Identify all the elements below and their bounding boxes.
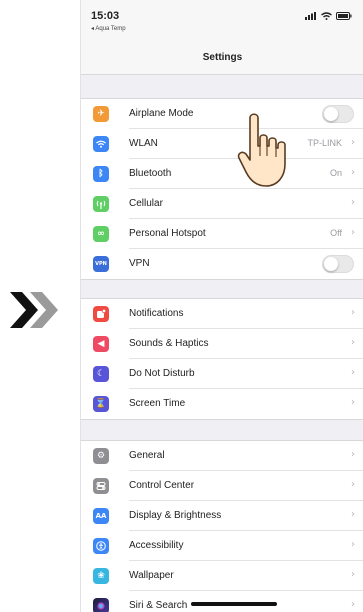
chevron-right-icon: › (351, 197, 355, 208)
row-label: WLAN (129, 138, 158, 149)
settings-row-wallpaper[interactable]: ❀ Wallpaper › (81, 561, 363, 591)
wifi-icon (93, 136, 109, 152)
wallpaper-icon: ❀ (93, 568, 109, 584)
row-label: Airplane Mode (129, 108, 194, 119)
bluetooth-icon: ᛒ (93, 166, 109, 182)
row-label: General (129, 450, 165, 461)
wifi-status-icon (321, 12, 332, 20)
settings-row-general[interactable]: ⚙ General › (81, 441, 363, 471)
row-label: Notifications (129, 308, 184, 319)
row-label: Do Not Disturb (129, 368, 195, 379)
chevron-right-icon: › (351, 599, 355, 610)
sounds-icon: ◀ (93, 336, 109, 352)
signal-icon (305, 12, 316, 20)
phone-screen: 15:03 ◂ Aqua Temp Settings ✈ Airplane Mo… (80, 0, 363, 612)
back-app-label: Aqua Temp (95, 26, 126, 32)
row-label: Siri & Search (129, 600, 188, 611)
accessibility-icon (93, 538, 109, 554)
settings-row-bluetooth[interactable]: ᛒ Bluetooth On › (81, 159, 363, 189)
battery-icon (336, 12, 352, 20)
double-arrow-icon (10, 292, 58, 328)
chevron-right-icon: › (351, 227, 355, 238)
vpn-icon: VPN (93, 256, 109, 272)
row-label: Control Center (129, 480, 195, 491)
settings-row-display-brightness[interactable]: AA Display & Brightness › (81, 501, 363, 531)
back-triangle-icon: ◂ (91, 26, 95, 32)
navigation-bar: Settings (81, 40, 363, 75)
settings-row-airplane-mode[interactable]: ✈ Airplane Mode (81, 99, 363, 129)
airplane-mode-toggle[interactable] (322, 105, 354, 123)
row-label: Bluetooth (129, 168, 172, 179)
chevron-right-icon: › (351, 307, 355, 318)
cellular-icon (93, 196, 109, 212)
chevron-right-icon: › (351, 539, 355, 550)
vpn-toggle[interactable] (322, 255, 354, 273)
row-label: Wallpaper (129, 570, 174, 581)
chevron-right-icon: › (351, 167, 355, 178)
toggle-knob (324, 257, 338, 271)
hourglass-icon: ⌛ (93, 396, 109, 412)
home-indicator[interactable] (191, 602, 277, 606)
back-to-app-link[interactable]: ◂ Aqua Temp (91, 25, 126, 32)
switches-icon (93, 478, 109, 494)
chevron-right-icon: › (351, 367, 355, 378)
row-value: On (329, 168, 342, 178)
chevron-right-icon: › (351, 449, 355, 460)
row-value: Off (330, 228, 342, 238)
status-time: 15:03 (91, 10, 120, 22)
row-label: Accessibility (129, 540, 184, 551)
general-group: ⚙ General › Control Center › AA Display … (81, 440, 363, 612)
moon-icon: ☾ (93, 366, 109, 382)
hotspot-icon: ∞ (93, 226, 109, 242)
airplane-icon: ✈ (93, 106, 109, 122)
row-value: TP-LINK (307, 138, 342, 148)
settings-row-vpn[interactable]: VPN VPN (81, 249, 363, 279)
chevron-right-icon: › (351, 137, 355, 148)
settings-row-control-center[interactable]: Control Center › (81, 471, 363, 501)
settings-row-sounds-haptics[interactable]: ◀ Sounds & Haptics › (81, 329, 363, 359)
settings-row-notifications[interactable]: Notifications › (81, 299, 363, 329)
row-label: Personal Hotspot (129, 228, 206, 239)
tap-hand-icon (237, 113, 286, 187)
chevron-right-icon: › (351, 479, 355, 490)
notifications-icon (93, 306, 109, 322)
chevron-right-icon: › (351, 397, 355, 408)
chevron-right-icon: › (351, 509, 355, 520)
notifications-group: Notifications › ◀ Sounds & Haptics › ☾ D… (81, 298, 363, 420)
gear-icon: ⚙ (93, 448, 109, 464)
settings-row-do-not-disturb[interactable]: ☾ Do Not Disturb › (81, 359, 363, 389)
status-bar: 15:03 ◂ Aqua Temp (81, 0, 363, 40)
row-label: Cellular (129, 198, 163, 209)
display-icon: AA (93, 508, 109, 524)
settings-row-accessibility[interactable]: Accessibility › (81, 531, 363, 561)
system-indicators (305, 12, 352, 20)
row-label: Display & Brightness (129, 510, 222, 521)
row-label: Sounds & Haptics (129, 338, 209, 349)
settings-row-cellular[interactable]: Cellular › (81, 189, 363, 219)
settings-row-wlan[interactable]: WLAN TP-LINK › (81, 129, 363, 159)
row-label: VPN (129, 258, 150, 269)
siri-icon (93, 598, 109, 612)
page-title: Settings (202, 52, 243, 63)
chevron-right-icon: › (351, 337, 355, 348)
chevron-right-icon: › (351, 569, 355, 580)
settings-row-screen-time[interactable]: ⌛ Screen Time › (81, 389, 363, 419)
toggle-knob (324, 107, 338, 121)
connectivity-group: ✈ Airplane Mode WLAN TP-LINK › ᛒ Bluetoo… (81, 98, 363, 280)
row-label: Screen Time (129, 398, 186, 409)
settings-row-personal-hotspot[interactable]: ∞ Personal Hotspot Off › (81, 219, 363, 249)
